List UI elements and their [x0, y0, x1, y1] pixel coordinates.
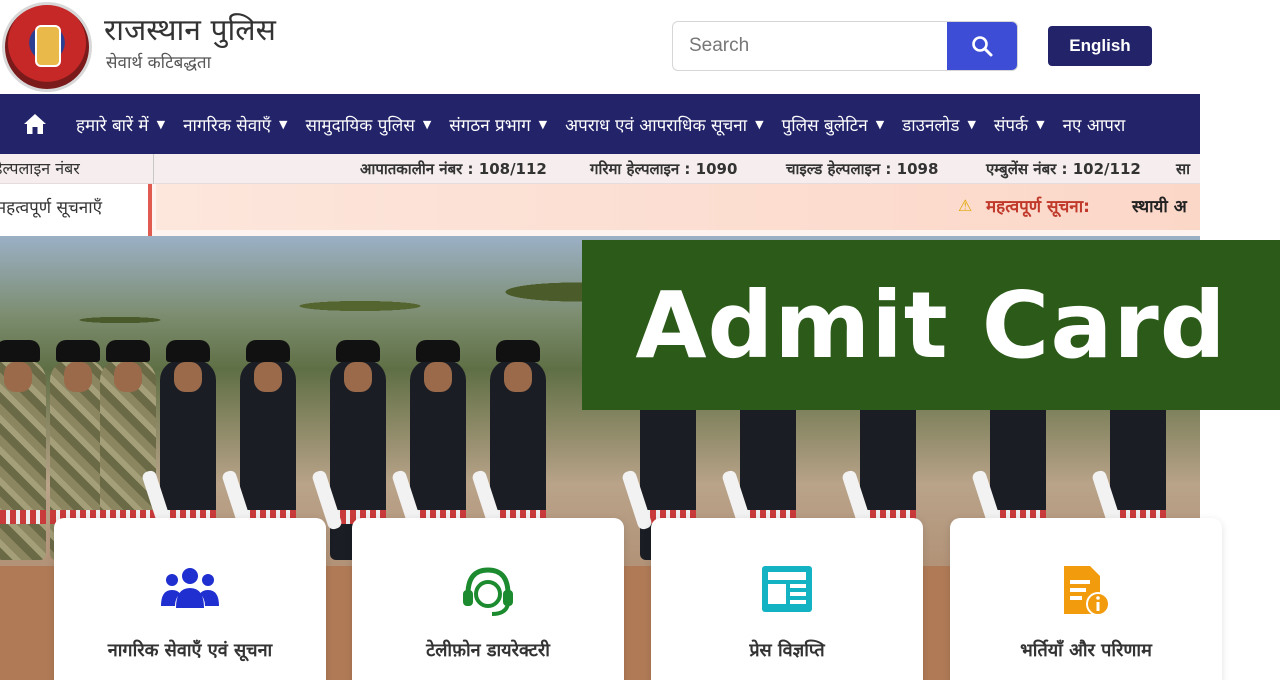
notice-heading[interactable]: महत्वपूर्ण सूचना: [986, 194, 1090, 217]
nav-item-label: हमारे बारें में [76, 115, 149, 136]
notices-label-text: महत्वपूर्ण सूचनाएँ [0, 198, 103, 218]
newspaper-icon [762, 566, 812, 612]
card-citizen-services[interactable]: नागरिक सेवाएँ एवं सूचना [54, 518, 326, 680]
home-icon [24, 114, 46, 134]
card-label: प्रेस विज्ञप्ति [749, 640, 825, 661]
card-label: भर्तियाँ और परिणाम [1020, 640, 1152, 661]
helpline-child: चाइल्ड हेल्पलाइन : 1098 [786, 160, 939, 178]
notice-text[interactable]: स्थायी अ [1132, 194, 1187, 217]
notices-label: महत्वपूर्ण सूचनाएँ [0, 184, 152, 236]
helpline-label: हेल्पलाइन नंबर [0, 154, 154, 184]
language-toggle-button[interactable]: English [1048, 26, 1152, 66]
caret-down-icon: ▼ [1036, 117, 1045, 131]
admit-card-banner: Admit Card [582, 240, 1280, 410]
hero-soldier [0, 340, 46, 560]
nav-item-contact[interactable]: संपर्क ▼ [988, 113, 1057, 136]
nav-item-label: नागरिक सेवाएँ [183, 115, 272, 136]
card-icon-wrap [352, 564, 624, 618]
helpline-ticker: हेल्पलाइन नंबर आपातकालीन नंबर : 108/112 … [0, 154, 1200, 184]
nav-item-crime-info[interactable]: अपराध एवं आपराधिक सूचना ▼ [559, 113, 775, 136]
logo-emblem [35, 25, 61, 67]
site-tagline: सेवार्थ कटिबद्धता [106, 53, 212, 73]
helpline-garima: गरिमा हेल्पलाइन : 1090 [590, 160, 738, 178]
caret-down-icon: ▼ [967, 117, 976, 131]
helpline-next: सा [1176, 160, 1191, 178]
document-info-icon [1064, 566, 1110, 616]
nav-item-organization[interactable]: संगठन प्रभाग ▼ [443, 113, 559, 136]
nav-item-label: संगठन प्रभाग [449, 115, 531, 136]
main-nav: हमारे बारें में ▼ नागरिक सेवाएँ ▼ सामुदायि… [0, 94, 1200, 154]
headset-support-icon [463, 567, 513, 616]
nav-item-new-criminal[interactable]: नए आपरा [1057, 113, 1138, 136]
nav-item-label: संपर्क [993, 115, 1029, 136]
helpline-label-text: हेल्पलाइन नंबर [0, 159, 80, 178]
nav-item-label: नए आपरा [1062, 115, 1126, 136]
admit-card-text: Admit Card [635, 271, 1227, 379]
site-header: राजस्थान पुलिस सेवार्थ कटिबद्धता English [0, 0, 1200, 94]
nav-item-police-bulletin[interactable]: पुलिस बुलेटिन ▼ [776, 113, 897, 136]
card-press-release[interactable]: प्रेस विज्ञप्ति [651, 518, 923, 680]
nav-item-label: अपराध एवं आपराधिक सूचना [565, 115, 748, 136]
search-icon [972, 36, 993, 57]
caret-down-icon: ▼ [422, 117, 432, 131]
search-input[interactable] [673, 22, 949, 70]
nav-item-about[interactable]: हमारे बारें में ▼ [70, 113, 177, 136]
caret-down-icon: ▼ [538, 117, 548, 131]
nav-item-community-police[interactable]: सामुदायिक पुलिस ▼ [300, 113, 444, 136]
caret-down-icon: ▼ [755, 117, 764, 131]
nav-item-label: डाउनलोड [902, 115, 960, 136]
helpline-ambulance: एम्बुलेंस नंबर : 102/112 [986, 160, 1141, 178]
nav-item-label: सामुदायिक पुलिस [305, 115, 415, 136]
card-icon-wrap [950, 564, 1222, 618]
card-label: नागरिक सेवाएँ एवं सूचना [107, 640, 273, 661]
card-icon-wrap [651, 564, 923, 618]
nav-item-label: पुलिस बुलेटिन [781, 115, 868, 136]
card-recruitment-results[interactable]: भर्तियाँ और परिणाम [950, 518, 1222, 680]
caret-down-icon: ▼ [156, 117, 166, 131]
helpline-emergency: आपातकालीन नंबर : 108/112 [360, 160, 547, 178]
home-button[interactable] [0, 94, 70, 154]
caret-down-icon: ▼ [875, 117, 885, 131]
important-notices: महत्वपूर्ण सूचनाएँ ⚠ महत्वपूर्ण सूचना: स… [0, 184, 1200, 236]
caret-down-icon: ▼ [279, 117, 288, 131]
nav-item-download[interactable]: डाउनलोड ▼ [896, 113, 988, 136]
site-title[interactable]: राजस्थान पुलिस [104, 8, 276, 49]
card-label: टेलीफ़ोन डायरेक्टरी [426, 640, 550, 661]
rajasthan-police-logo[interactable] [2, 2, 92, 92]
nav-item-citizen-services[interactable]: नागरिक सेवाएँ ▼ [177, 113, 299, 136]
search-box [672, 21, 1018, 71]
users-group-icon [161, 568, 219, 608]
warning-icon: ⚠ [958, 196, 973, 215]
card-icon-wrap [54, 564, 326, 618]
search-button[interactable] [947, 22, 1017, 70]
card-telephone-directory[interactable]: टेलीफ़ोन डायरेक्टरी [352, 518, 624, 680]
